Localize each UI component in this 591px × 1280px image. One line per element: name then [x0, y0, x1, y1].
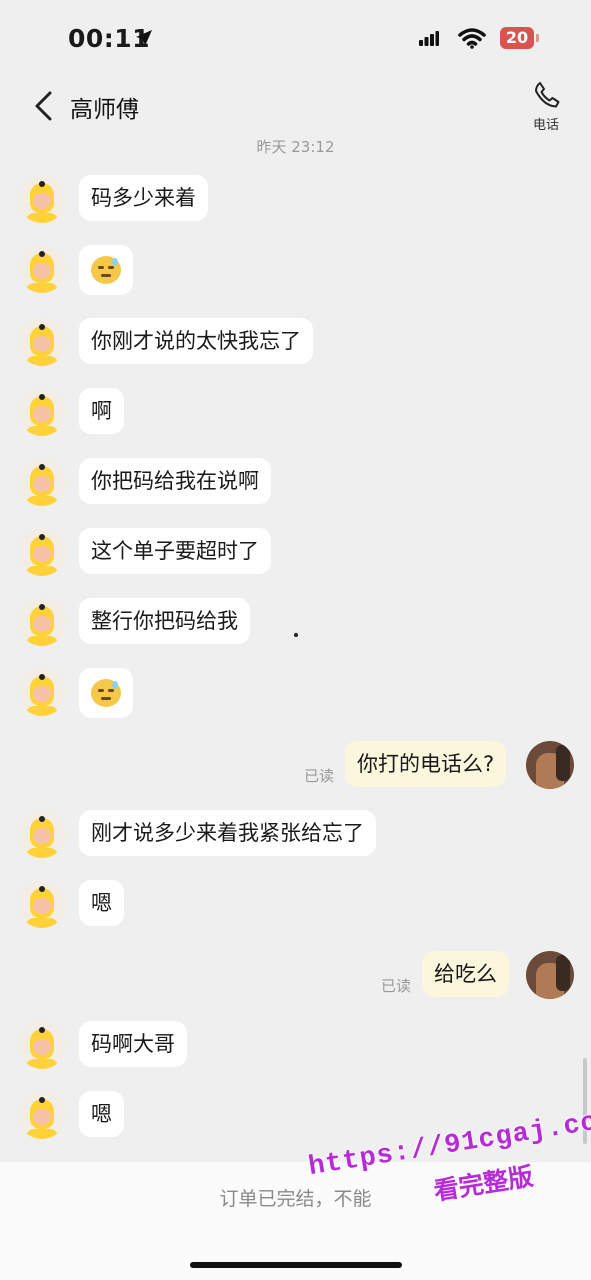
message-bubble-outgoing[interactable]: 给吃么	[422, 951, 509, 997]
call-button[interactable]: 电话	[524, 78, 568, 133]
battery-tip	[536, 34, 539, 42]
avatar[interactable]	[18, 1091, 66, 1139]
emoji-message-bubble[interactable]	[79, 245, 133, 295]
read-status: 已读	[381, 977, 412, 995]
location-arrow-icon	[136, 30, 152, 46]
sweat-emoji-icon	[91, 256, 121, 284]
status-bar: 00:11 20	[0, 0, 591, 80]
avatar[interactable]	[18, 175, 66, 223]
message-bubble[interactable]: 你刚才说的太快我忘了	[79, 318, 313, 364]
message-bubble[interactable]: 整行你把码给我	[79, 598, 250, 644]
chevron-left-icon[interactable]	[30, 90, 58, 122]
battery-icon: 20	[500, 27, 534, 49]
avatar[interactable]	[18, 668, 66, 716]
message-bubble[interactable]: 刚才说多少来着我紧张给忘了	[79, 810, 376, 856]
avatar[interactable]	[18, 880, 66, 928]
scrollbar[interactable]	[583, 1058, 587, 1144]
my-avatar[interactable]	[526, 951, 574, 999]
order-closed-notice: 订单已完结，不能	[219, 1188, 372, 1210]
my-avatar[interactable]	[526, 741, 574, 789]
chat-timestamp: 昨天 23:12	[256, 138, 335, 156]
message-bubble[interactable]: 你把码给我在说啊	[79, 458, 271, 504]
sweat-emoji-icon	[91, 679, 121, 707]
wifi-icon	[458, 28, 486, 49]
avatar[interactable]	[18, 528, 66, 576]
message-bubble[interactable]: 啊	[79, 388, 124, 434]
home-indicator[interactable]	[190, 1262, 402, 1268]
message-bubble-outgoing[interactable]: 你打的电话么?	[345, 741, 507, 787]
message-bubble[interactable]: 码啊大哥	[79, 1021, 187, 1067]
message-bubble[interactable]: 这个单子要超时了	[79, 528, 271, 574]
avatar[interactable]	[18, 1021, 66, 1069]
avatar[interactable]	[18, 598, 66, 646]
message-bubble[interactable]: 码多少来着	[79, 175, 208, 221]
call-label: 电话	[532, 118, 559, 133]
avatar[interactable]	[18, 388, 66, 436]
avatar[interactable]	[18, 245, 66, 293]
stray-dot	[294, 633, 298, 637]
avatar[interactable]	[18, 458, 66, 506]
signal-icon	[419, 31, 439, 46]
read-status: 已读	[304, 767, 335, 785]
message-bubble[interactable]: 嗯	[79, 1091, 124, 1137]
emoji-message-bubble[interactable]	[79, 668, 133, 718]
bottom-bar: 订单已完结，不能	[0, 1162, 591, 1280]
avatar[interactable]	[18, 810, 66, 858]
message-bubble[interactable]: 嗯	[79, 880, 124, 926]
contact-name: 高师傅	[70, 97, 139, 123]
avatar[interactable]	[18, 318, 66, 366]
phone-icon	[535, 82, 560, 108]
chat-header: 高师傅 电话	[0, 78, 591, 134]
